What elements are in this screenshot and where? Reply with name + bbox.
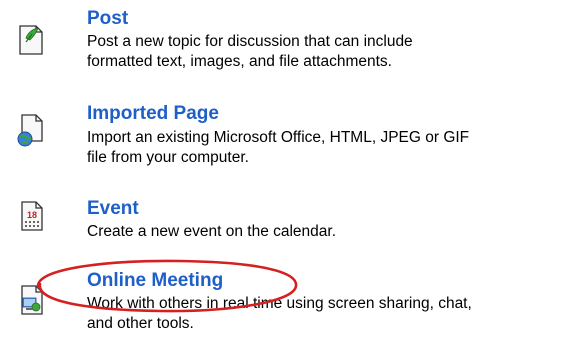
event-link[interactable]: Event	[87, 198, 139, 220]
post-description-line1: Post a new topic for discussion that can…	[87, 33, 413, 50]
online-meeting-description-line1: Work with others in real time using scre…	[87, 295, 472, 312]
imported-page-description-line2: file from your computer.	[87, 149, 249, 166]
document-import-icon[interactable]	[14, 111, 48, 149]
online-meeting-description-line2: and other tools.	[87, 315, 194, 332]
online-meeting-description: Work with others in real time using scre…	[87, 294, 472, 334]
event-description: Create a new event on the calendar.	[87, 222, 336, 242]
online-meeting-icon[interactable]	[14, 282, 48, 320]
online-meeting-link[interactable]: Online Meeting	[87, 270, 223, 292]
page: Post Post a new topic for discussion tha…	[0, 0, 572, 337]
imported-page-description-line1: Import an existing Microsoft Office, HTM…	[87, 129, 470, 146]
imported-page-description: Import an existing Microsoft Office, HTM…	[87, 128, 469, 168]
calendar-icon-day: 18	[27, 210, 37, 220]
post-link[interactable]: Post	[87, 8, 128, 30]
calendar-icon[interactable]: 18	[14, 198, 48, 236]
post-description: Post a new topic for discussion that can…	[87, 32, 413, 72]
event-description-line1: Create a new event on the calendar.	[87, 223, 337, 240]
document-post-icon[interactable]	[14, 20, 48, 58]
imported-page-link[interactable]: Imported Page	[87, 103, 219, 125]
post-description-line2: formatted text, images, and file attachm…	[87, 53, 392, 70]
